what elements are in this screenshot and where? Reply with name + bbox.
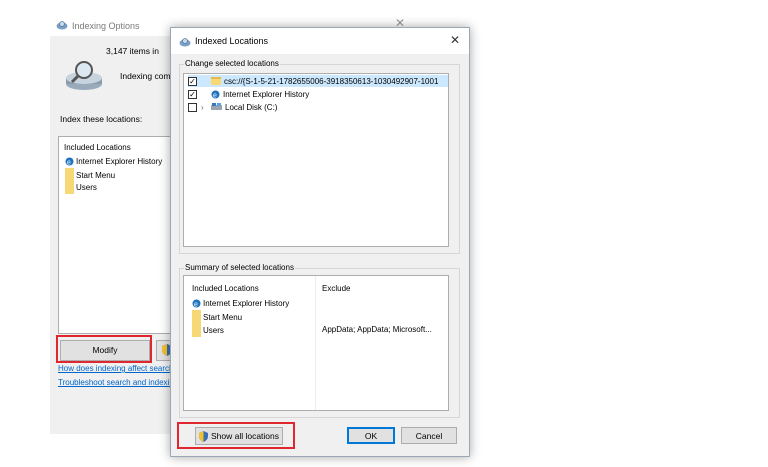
folder-icon	[211, 77, 221, 85]
shield-icon	[198, 430, 208, 442]
tree-label: Internet Explorer History	[223, 89, 310, 99]
modify-button[interactable]: Modify	[60, 340, 150, 361]
list-item-label: Users	[76, 182, 97, 192]
checkbox-unchecked[interactable]	[188, 102, 197, 112]
svg-text:e: e	[194, 302, 198, 309]
summary-included: Users	[203, 325, 224, 335]
troubleshoot-link[interactable]: Troubleshoot search and indexing	[58, 378, 174, 387]
locations-tree[interactable]: ✓ csc://{S-1-5-21-1782655006-3918350613-…	[183, 73, 449, 247]
checkbox-checked[interactable]: ✓	[188, 76, 197, 86]
close-icon[interactable]: ✕	[450, 33, 460, 47]
tree-row-ie-history[interactable]: ✓ e Internet Explorer History	[188, 88, 309, 100]
tree-row-local-disk[interactable]: › Local Disk (C:)	[188, 101, 277, 113]
summary-row: Users	[192, 323, 224, 337]
summary-included: Internet Explorer History	[203, 299, 290, 308]
column-divider	[315, 276, 316, 410]
dialog-titlebar: Indexed Locations ✕	[171, 28, 469, 54]
indexed-locations-dialog: Indexed Locations ✕ Change selected loca…	[170, 27, 470, 457]
summary-exclude: AppData; AppData; Microsoft...	[322, 325, 432, 334]
list-item[interactable]: Users	[65, 180, 97, 194]
svg-text:e: e	[67, 160, 71, 167]
items-count: 3,147 items in	[106, 46, 159, 56]
drive-icon	[211, 103, 222, 110]
cancel-button[interactable]: Cancel	[401, 427, 457, 444]
ok-button[interactable]: OK	[347, 427, 395, 444]
tree-row-csc[interactable]: ✓ csc://{S-1-5-21-1782655006-3918350613-…	[188, 75, 448, 87]
list-item-label: Internet Explorer History	[76, 157, 163, 166]
folder-icon	[192, 310, 201, 324]
included-header: Included Locations	[192, 284, 259, 293]
tree-label: csc://{S-1-5-21-1782655006-3918350613-10…	[224, 76, 439, 86]
show-all-locations-button[interactable]: Show all locations	[195, 427, 283, 445]
indexing-app-icon	[179, 38, 191, 47]
indexing-options-title: Indexing Options	[72, 21, 140, 31]
summary-included: Start Menu	[203, 312, 243, 322]
group-label: Change selected locations	[184, 59, 280, 68]
summary-list: Included Locations Exclude e Internet Ex…	[183, 275, 449, 411]
help-link[interactable]: How does indexing affect search	[58, 364, 174, 373]
list-item-label: Start Menu	[76, 170, 116, 180]
group-label: Summary of selected locations	[184, 263, 295, 272]
ie-icon: e	[192, 299, 201, 308]
list-header: Included Locations	[64, 143, 131, 152]
list-item[interactable]: e Internet Explorer History	[65, 157, 162, 166]
indexing-status: Indexing comp	[120, 71, 176, 81]
dialog-title: Indexed Locations	[195, 36, 269, 46]
included-locations-list[interactable]: Included Locations e Internet Explorer H…	[58, 136, 178, 334]
svg-text:e: e	[213, 92, 217, 99]
summary-row: Start Menu	[192, 310, 242, 324]
index-locations-label: Index these locations:	[60, 114, 143, 124]
folder-icon	[65, 180, 74, 194]
indexing-options-app-icon	[56, 21, 68, 30]
tree-label: Local Disk (C:)	[225, 102, 278, 112]
exclude-header: Exclude	[322, 284, 351, 293]
folder-icon	[192, 323, 201, 337]
ie-icon: e	[65, 157, 74, 166]
checkbox-checked[interactable]: ✓	[188, 89, 197, 99]
summary-row: e Internet Explorer History	[192, 299, 289, 308]
button-label: Show all locations	[210, 431, 280, 441]
magnifier-drive-icon	[66, 61, 102, 90]
ie-icon: e	[211, 90, 220, 99]
chevron-right-icon[interactable]: ›	[201, 103, 209, 112]
